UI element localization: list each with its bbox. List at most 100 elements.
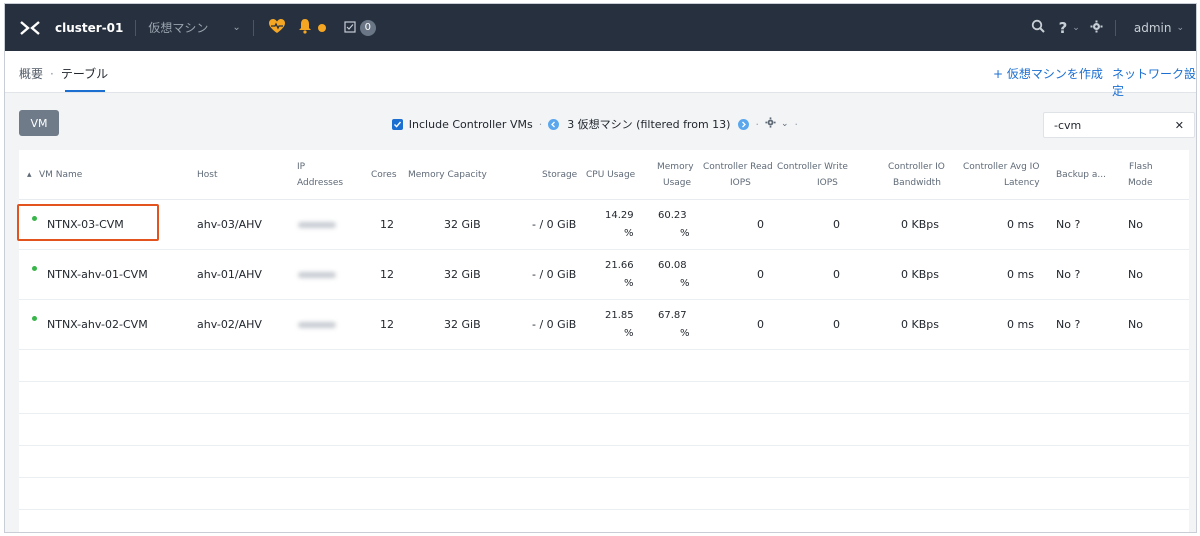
- vm-table: ▴ VM Name Host IP Addresses Cores Memory…: [19, 150, 1189, 532]
- gear-icon[interactable]: [765, 117, 776, 131]
- empty-row: [19, 350, 1189, 382]
- col-ctrl-write-line1[interactable]: Controller Write: [777, 159, 848, 175]
- cores: 12: [380, 218, 394, 231]
- ctrl-read-iops: 0: [757, 218, 764, 231]
- empty-row: [19, 382, 1189, 414]
- status-dot: [32, 316, 37, 321]
- network-config-link[interactable]: ネットワーク設定: [1112, 65, 1196, 99]
- col-ctrl-read-line2[interactable]: IOPS: [730, 175, 751, 191]
- search-input[interactable]: [1054, 118, 1164, 132]
- col-cores[interactable]: Cores: [371, 167, 397, 183]
- col-backup[interactable]: Backup a...: [1056, 167, 1106, 183]
- ip-address-redacted: [298, 222, 336, 228]
- col-flash-line2[interactable]: Mode: [1128, 175, 1153, 191]
- empty-row: [19, 478, 1189, 510]
- col-storage[interactable]: Storage: [542, 167, 577, 183]
- cluster-name[interactable]: cluster-01: [55, 21, 123, 35]
- sub-navigation: 概要 · テーブル + 仮想マシンを作成 ネットワーク設定: [5, 51, 1196, 98]
- flash-mode: No: [1128, 268, 1143, 281]
- col-ip-line2[interactable]: Addresses: [297, 175, 343, 191]
- chevron-down-icon[interactable]: ⌄: [232, 22, 240, 33]
- col-ctrl-latency-line1[interactable]: Controller Avg IO: [963, 159, 1039, 175]
- ctrl-read-iops: 0: [757, 268, 764, 281]
- table-header: ▴ VM Name Host IP Addresses Cores Memory…: [19, 150, 1189, 200]
- vm-button[interactable]: VM: [19, 110, 59, 136]
- ip-address-redacted: [298, 322, 336, 328]
- pager-prev-icon[interactable]: [548, 118, 560, 130]
- cores: 12: [380, 318, 394, 331]
- separator-dot: ·: [794, 117, 799, 131]
- sort-asc-icon[interactable]: ▴: [27, 167, 32, 183]
- backup-status[interactable]: No ?: [1056, 318, 1080, 331]
- table-row[interactable]: NTNX-ahv-01-CVM ahv-01/AHV 12 32 GiB - /…: [19, 250, 1189, 300]
- storage: - / 0 GiB: [532, 268, 577, 281]
- top-bar: cluster-01 仮想マシン ⌄ 0 ? ⌄ admin ⌄: [5, 4, 1196, 51]
- host[interactable]: ahv-03/AHV: [197, 218, 262, 231]
- backup-status[interactable]: No ?: [1056, 268, 1080, 281]
- tab-table[interactable]: テーブル: [61, 67, 108, 81]
- storage: - / 0 GiB: [532, 318, 577, 331]
- cores: 12: [380, 268, 394, 281]
- host[interactable]: ahv-02/AHV: [197, 318, 262, 331]
- ctrl-io-bandwidth: 0 KBps: [901, 318, 939, 331]
- host[interactable]: ahv-01/AHV: [197, 268, 262, 281]
- cpu-usage-value: 14.29: [605, 210, 634, 221]
- vm-name[interactable]: NTNX-ahv-02-CVM: [47, 318, 148, 331]
- divider: [135, 19, 137, 36]
- vm-name[interactable]: NTNX-ahv-01-CVM: [47, 268, 148, 281]
- chevron-down-icon[interactable]: ⌄: [1176, 23, 1184, 33]
- col-flash-line1[interactable]: Flash: [1129, 159, 1153, 175]
- bell-icon[interactable]: [298, 18, 312, 38]
- col-ctrl-write-line2[interactable]: IOPS: [817, 175, 838, 191]
- ctrl-io-bandwidth: 0 KBps: [901, 218, 939, 231]
- ctrl-write-iops: 0: [833, 218, 840, 231]
- memory-capacity: 32 GiB: [444, 318, 481, 331]
- chevron-down-icon[interactable]: ⌄: [1072, 23, 1080, 33]
- search-icon[interactable]: [1031, 18, 1045, 37]
- breadcrumb: 概要 · テーブル: [19, 65, 108, 82]
- heart-health-icon[interactable]: [268, 18, 286, 38]
- tasks-menu[interactable]: 0: [344, 18, 376, 37]
- separator-dot: ·: [755, 117, 759, 131]
- tasks-icon: [344, 18, 356, 37]
- checkbox-icon[interactable]: [391, 118, 403, 130]
- memory-capacity: 32 GiB: [444, 218, 481, 231]
- gear-icon[interactable]: [1090, 18, 1103, 37]
- col-ctrl-latency-line2[interactable]: Latency: [1004, 175, 1040, 191]
- help-icon[interactable]: ?: [1059, 19, 1068, 37]
- close-icon[interactable]: ✕: [1175, 119, 1184, 132]
- col-vm-name[interactable]: VM Name: [39, 167, 82, 183]
- include-cvms-label[interactable]: Include Controller VMs: [409, 118, 533, 131]
- col-mem-usage-line1[interactable]: Memory: [657, 159, 694, 175]
- ctrl-io-latency: 0 ms: [1007, 318, 1034, 331]
- tab-overview[interactable]: 概要: [19, 67, 43, 81]
- table-row[interactable]: NTNX-03-CVM ahv-03/AHV 12 32 GiB - / 0 G…: [19, 200, 1189, 250]
- col-ip-line1[interactable]: IP: [297, 159, 305, 175]
- col-host[interactable]: Host: [197, 167, 218, 183]
- table-row[interactable]: NTNX-ahv-02-CVM ahv-02/AHV 12 32 GiB - /…: [19, 300, 1189, 350]
- divider: [252, 19, 254, 36]
- mem-usage-value: 60.23: [658, 210, 687, 221]
- col-ctrl-bw-line1[interactable]: Controller IO: [888, 159, 945, 175]
- divider: [1114, 19, 1116, 36]
- cpu-usage-unit: %: [624, 228, 634, 239]
- backup-status[interactable]: No ?: [1056, 218, 1080, 231]
- cpu-usage-value: 21.66: [605, 260, 634, 271]
- entity-menu[interactable]: 仮想マシン: [148, 19, 226, 36]
- nutanix-x-icon[interactable]: [17, 15, 43, 41]
- col-memory-capacity[interactable]: Memory Capacity: [408, 167, 487, 183]
- col-cpu-usage[interactable]: CPU Usage: [586, 167, 635, 183]
- pager-next-icon[interactable]: [738, 118, 750, 130]
- user-menu[interactable]: admin: [1134, 21, 1172, 35]
- col-mem-usage-line2[interactable]: Usage: [663, 175, 691, 191]
- ctrl-write-iops: 0: [833, 268, 840, 281]
- col-ctrl-bw-line2[interactable]: Bandwidth: [893, 175, 941, 191]
- empty-row: [19, 446, 1189, 478]
- search-field[interactable]: ✕: [1043, 112, 1195, 138]
- ctrl-io-latency: 0 ms: [1007, 268, 1034, 281]
- create-vm-link[interactable]: + 仮想マシンを作成: [993, 65, 1103, 82]
- mem-usage-unit: %: [680, 228, 690, 239]
- chevron-down-icon[interactable]: ⌄: [781, 119, 789, 129]
- ip-address-redacted: [298, 272, 336, 278]
- col-ctrl-read-line1[interactable]: Controller Read: [703, 159, 773, 175]
